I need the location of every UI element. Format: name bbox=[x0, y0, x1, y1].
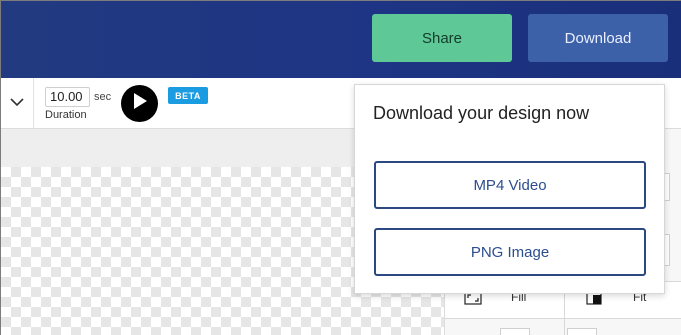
duration-label: Duration bbox=[45, 109, 87, 121]
play-button[interactable] bbox=[121, 85, 158, 122]
download-popup: Download your design now MP4 Video PNG I… bbox=[354, 84, 665, 294]
panel-control[interactable] bbox=[500, 328, 530, 335]
download-button[interactable]: Download bbox=[528, 14, 668, 62]
mp4-video-button[interactable]: MP4 Video bbox=[374, 161, 646, 209]
png-image-button[interactable]: PNG Image bbox=[374, 228, 646, 276]
play-icon bbox=[132, 92, 148, 115]
top-bar: Share Download bbox=[1, 1, 681, 78]
collapse-toggle[interactable] bbox=[1, 78, 34, 128]
beta-badge: BETA bbox=[168, 87, 208, 104]
panel-control[interactable] bbox=[567, 328, 597, 335]
duration-unit: sec bbox=[94, 91, 112, 103]
popup-title: Download your design now bbox=[373, 103, 590, 123]
duration-input[interactable]: 10.00 bbox=[45, 87, 90, 107]
chevron-down-icon bbox=[10, 94, 24, 112]
share-button[interactable]: Share bbox=[372, 14, 512, 62]
